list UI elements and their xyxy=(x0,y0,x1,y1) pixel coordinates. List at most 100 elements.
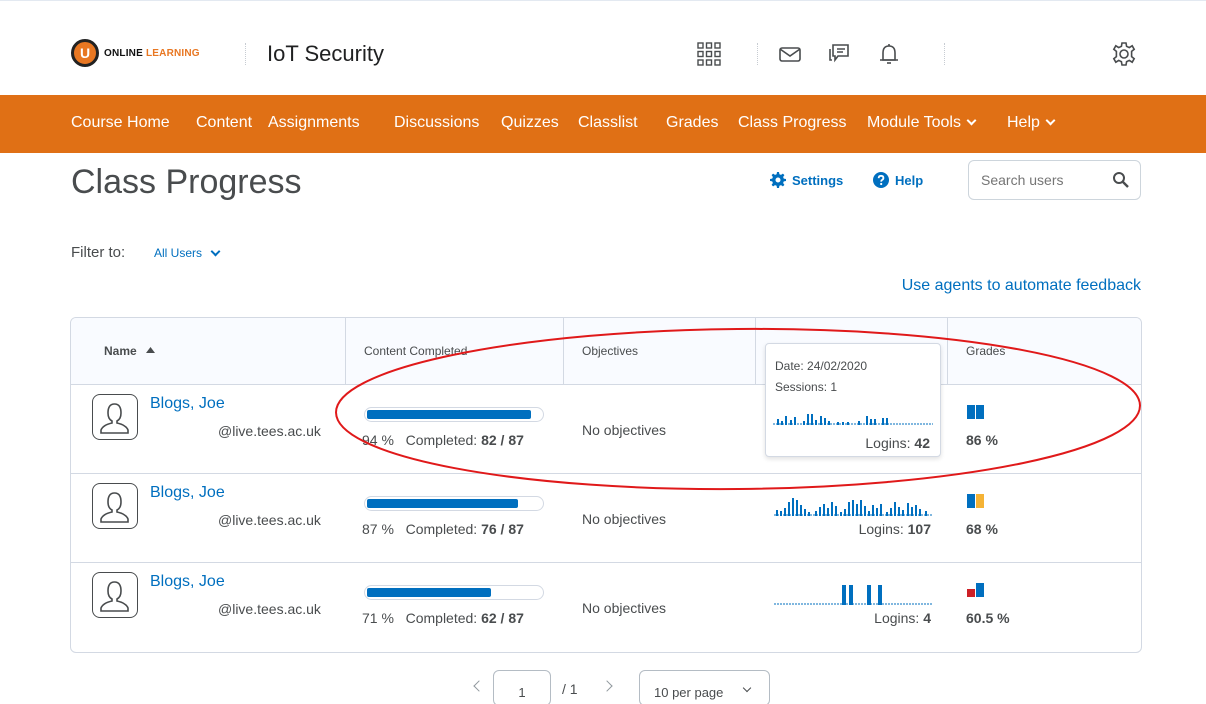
avatar[interactable] xyxy=(92,483,138,529)
avatar[interactable] xyxy=(92,572,138,618)
content-completed[interactable]: 87 % Completed: 76 / 87 xyxy=(362,521,524,537)
table-row: Blogs, Joe @live.tees.ac.uk 71 % Complet… xyxy=(71,563,1141,652)
per-page-select[interactable]: 10 per page xyxy=(639,670,770,704)
col-header-content: Content Completed xyxy=(346,318,564,385)
tooltip-sparkline xyxy=(773,414,933,425)
search-box xyxy=(968,160,1141,200)
table-row: Blogs, Joe @live.tees.ac.uk 94 % Complet… xyxy=(71,385,1141,474)
next-page-button[interactable] xyxy=(601,680,613,692)
nav-quizzes[interactable]: Quizzes xyxy=(501,114,559,132)
grade-value: 68 % xyxy=(966,521,998,537)
logo-text-online: ONLINE xyxy=(104,47,143,59)
logo-mark: U xyxy=(71,39,99,67)
chevron-down-icon xyxy=(742,683,752,693)
login-sparkline[interactable] xyxy=(774,577,933,607)
gear-icon xyxy=(770,172,786,188)
progress-fill xyxy=(367,499,518,508)
nav-help[interactable]: Help xyxy=(1007,114,1056,132)
filter-dropdown[interactable]: All Users xyxy=(154,246,221,260)
prev-page-button[interactable] xyxy=(473,680,485,692)
tooltip-sessions: Sessions: 1 xyxy=(775,380,838,394)
logins-count: Logins: 107 xyxy=(858,521,931,537)
tooltip-date: Date: 24/02/2020 xyxy=(775,359,868,373)
page-title: Class Progress xyxy=(71,163,302,201)
logins-tooltip: Date: 24/02/2020 Sessions: 1 Logins: 42 xyxy=(765,343,941,457)
nav-assignments[interactable]: Assignments xyxy=(268,114,360,132)
divider xyxy=(245,43,246,65)
sort-ascending-icon xyxy=(146,347,155,353)
search-input[interactable] xyxy=(981,172,1101,188)
filter-label: Filter to: xyxy=(71,244,126,261)
logo-text-learning: LEARNING xyxy=(145,47,200,59)
objectives-cell: No objectives xyxy=(582,422,667,438)
search-icon[interactable] xyxy=(1112,171,1130,189)
user-email: @live.tees.ac.uk xyxy=(218,601,321,617)
bell-icon[interactable] xyxy=(876,41,902,67)
progress-fill xyxy=(367,588,491,597)
nav-content[interactable]: Content xyxy=(196,114,252,132)
user-name-link[interactable]: Blogs, Joe xyxy=(150,395,225,413)
page-total: / 1 xyxy=(562,681,578,697)
content-completed[interactable]: 71 % Completed: 62 / 87 xyxy=(362,610,524,626)
grade-bar xyxy=(976,583,984,597)
grade-bar xyxy=(976,405,984,419)
user-name-link[interactable]: Blogs, Joe xyxy=(150,573,225,591)
settings-button[interactable]: Settings xyxy=(770,172,843,188)
gear-icon[interactable] xyxy=(1111,41,1137,67)
course-navbar: Course Home Content Assignments Discussi… xyxy=(0,95,1206,153)
tooltip-logins: Logins: 42 xyxy=(865,435,930,451)
divider xyxy=(757,43,758,65)
class-progress-table: Name Content Completed Objectives Grades… xyxy=(70,317,1142,653)
nav-grades[interactable]: Grades xyxy=(666,114,718,132)
table-row: Blogs, Joe @live.tees.ac.uk 87 % Complet… xyxy=(71,474,1141,563)
user-silhouette-icon xyxy=(100,581,129,612)
grade-distribution-chart[interactable] xyxy=(966,581,996,601)
table-header: Name Content Completed Objectives Grades xyxy=(71,318,1141,385)
help-icon xyxy=(873,172,889,188)
chat-icon[interactable] xyxy=(826,41,852,67)
user-name-link[interactable]: Blogs, Joe xyxy=(150,484,225,502)
chevron-down-icon xyxy=(210,246,221,256)
chevron-down-icon xyxy=(966,115,977,126)
grade-value: 60.5 % xyxy=(966,610,1010,626)
nav-class-progress[interactable]: Class Progress xyxy=(738,114,846,132)
user-email: @live.tees.ac.uk xyxy=(218,423,321,439)
help-button[interactable]: Help xyxy=(873,172,923,188)
avatar[interactable] xyxy=(92,394,138,440)
grade-value: 86 % xyxy=(966,432,998,448)
nav-discussions[interactable]: Discussions xyxy=(394,114,479,132)
col-header-name[interactable]: Name xyxy=(71,318,346,385)
col-header-grades: Grades xyxy=(966,344,1006,358)
logo[interactable]: U ONLINE LEARNING xyxy=(71,39,200,67)
nav-course-home[interactable]: Course Home xyxy=(71,114,170,132)
grade-bar xyxy=(967,589,975,597)
course-title[interactable]: IoT Security xyxy=(267,41,384,67)
divider xyxy=(944,43,945,65)
login-sparkline[interactable] xyxy=(774,488,933,518)
nav-module-tools[interactable]: Module Tools xyxy=(867,114,977,132)
user-silhouette-icon xyxy=(100,492,129,523)
grade-distribution-chart[interactable] xyxy=(966,403,996,423)
logins-count: Logins: 4 xyxy=(874,610,931,626)
agents-link[interactable]: Use agents to automate feedback xyxy=(902,277,1141,295)
objectives-cell: No objectives xyxy=(582,511,667,527)
grade-bar xyxy=(967,494,975,508)
content-completed[interactable]: 94 % Completed: 82 / 87 xyxy=(362,432,524,448)
grade-distribution-chart[interactable] xyxy=(966,492,996,512)
user-silhouette-icon xyxy=(100,403,129,434)
col-header-objectives: Objectives xyxy=(564,318,756,385)
content-progress-bar xyxy=(364,407,544,422)
grade-bar xyxy=(967,405,975,419)
user-email: @live.tees.ac.uk xyxy=(218,512,321,528)
progress-fill xyxy=(367,410,531,419)
waffle-icon[interactable] xyxy=(696,41,722,67)
objectives-cell: No objectives xyxy=(582,600,667,616)
chevron-down-icon xyxy=(1045,115,1056,126)
nav-classlist[interactable]: Classlist xyxy=(578,114,638,132)
top-bar: U ONLINE LEARNING IoT Security xyxy=(0,0,1206,95)
page-number-input[interactable]: 1 xyxy=(493,670,551,704)
content-progress-bar xyxy=(364,496,544,511)
grade-bar xyxy=(976,494,984,508)
content-progress-bar xyxy=(364,585,544,600)
mail-icon[interactable] xyxy=(777,41,803,67)
